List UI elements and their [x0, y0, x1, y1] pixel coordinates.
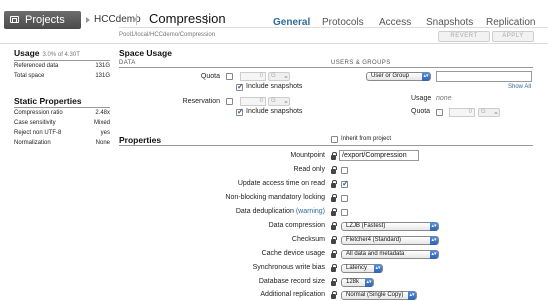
read-only-lock-icon[interactable] — [331, 166, 337, 174]
breadcrumb-pool[interactable]: HCCdemo — [94, 14, 141, 25]
checksum-label: Checksum — [291, 236, 325, 243]
nbmand-label: Non-blocking mandatory locking — [225, 194, 325, 201]
update-atime-checkbox[interactable] — [341, 179, 349, 188]
ug-quota-checkbox[interactable] — [436, 109, 443, 116]
breadcrumb-divider — [136, 14, 137, 25]
share-path: Pool1/local/HCCdemo/Compression — [119, 32, 216, 38]
update-atime-label: Update access time on read — [237, 180, 325, 187]
reservation-unit-select[interactable]: G — [268, 97, 290, 106]
revert-button[interactable]: REVERT — [438, 31, 490, 42]
cache-label: Cache device usage — [261, 250, 325, 257]
usage-divider — [14, 60, 110, 61]
replication-select[interactable]: Normal (Single Copy) ▴▾ — [341, 291, 417, 300]
quota-unit-select[interactable]: G — [268, 72, 290, 81]
sync-bias-lock-icon[interactable] — [331, 264, 337, 272]
usage-row-total: Total space 131G — [14, 73, 110, 79]
ug-quota-unit-select[interactable]: G — [478, 108, 500, 117]
checksum-select[interactable]: Fletcher4 (Standard) ▴▾ — [341, 236, 439, 245]
ug-quota-value-field[interactable]: 0 — [449, 108, 475, 117]
static-row-compression: Compression ratio 2.48x — [14, 110, 110, 116]
reservation-value-field[interactable]: 0 — [240, 97, 266, 106]
static-row-normalization: Normalization None — [14, 140, 110, 146]
space-usage-title: Space Usage — [119, 48, 172, 58]
ug-usage-label: Usage — [411, 95, 432, 102]
recordsize-label: Database record size — [258, 278, 325, 285]
show-all-link[interactable]: Show All — [508, 84, 531, 90]
recordsize-lock-icon[interactable] — [331, 278, 337, 286]
compression-select[interactable]: LZJB (Fastest) ▴▾ — [341, 222, 439, 231]
sync-bias-select[interactable]: Latency ▴▾ — [341, 264, 383, 273]
nbmand-checkbox[interactable] — [341, 195, 348, 202]
data-caption: DATA — [119, 60, 136, 66]
reservation-checkbox[interactable] — [226, 98, 233, 105]
select-arrows-icon: ▴▾ — [430, 250, 438, 259]
mountpoint-input[interactable]: /export/Compression — [339, 150, 419, 161]
quota-include-snapshots-checkbox[interactable] — [236, 82, 244, 91]
mountpoint-label: Mountpoint — [290, 152, 325, 159]
ug-usage-value: none — [436, 95, 452, 102]
reservation-label: Reservation — [182, 98, 220, 105]
header-bar: Projects HCCdemo Compression Pool1/local… — [0, 0, 548, 44]
mountpoint-lock-icon[interactable] — [331, 152, 337, 160]
breadcrumb-arrow-icon — [86, 17, 90, 23]
apply-button[interactable]: APPLY — [492, 31, 534, 42]
usage-row-referenced: Referenced data 131G — [14, 63, 110, 69]
static-properties-divider — [14, 107, 110, 108]
users-groups-caption: USERS & GROUPS — [331, 60, 391, 66]
usage-title: Usage 3.0% of 4.30T — [14, 48, 80, 58]
space-usage-divider — [119, 67, 533, 68]
projects-button[interactable]: Projects — [4, 11, 81, 29]
select-arrows-icon: ▴▾ — [408, 291, 416, 300]
dedup-label: Data deduplication (warning) — [235, 208, 325, 215]
select-arrows-icon: ▴▾ — [365, 278, 373, 287]
compression-label: Data compression — [268, 222, 325, 229]
inherit-checkbox[interactable] — [331, 136, 338, 143]
inherit-label: Inherit from project — [341, 136, 392, 142]
checksum-lock-icon[interactable] — [331, 236, 337, 244]
quota-checkbox[interactable] — [226, 73, 233, 80]
ug-quota-label: Quota — [411, 108, 431, 115]
usage-summary: 3.0% of 4.30T — [42, 52, 80, 58]
quota-value-field[interactable]: 0 — [240, 72, 266, 81]
dedup-checkbox[interactable] — [341, 209, 348, 216]
reservation-include-snapshots-checkbox[interactable] — [236, 107, 244, 116]
user-or-group-select[interactable]: User or Group ▴▾ — [366, 72, 431, 81]
dedup-lock-icon[interactable] — [331, 208, 337, 216]
select-arrows-icon: ▴▾ — [374, 264, 382, 273]
projects-icon — [10, 16, 19, 23]
read-only-label: Read only — [293, 166, 325, 173]
properties-divider — [119, 145, 533, 146]
select-arrows-icon: ▴▾ — [430, 222, 438, 231]
quota-include-snapshots-label: Include snapshots — [246, 83, 303, 90]
select-arrows-icon: ▴▾ — [422, 72, 430, 81]
share-title: Compression — [149, 11, 226, 26]
reservation-include-snapshots-label: Include snapshots — [246, 108, 303, 115]
static-properties-title: Static Properties — [14, 96, 82, 106]
update-atime-lock-icon[interactable] — [331, 180, 337, 188]
replication-label: Additional replication — [260, 291, 325, 298]
text-cursor-icon — [206, 15, 207, 24]
cache-select[interactable]: All data and metadata ▴▾ — [341, 250, 439, 259]
read-only-checkbox[interactable] — [341, 167, 348, 174]
properties-title: Properties — [119, 135, 162, 145]
sync-bias-label: Synchronous write bias — [252, 264, 325, 271]
static-row-case: Case sensitivity Mixed — [14, 120, 110, 126]
recordsize-select[interactable]: 128k ▴▾ — [341, 278, 374, 287]
replication-lock-icon[interactable] — [331, 291, 337, 299]
user-name-input[interactable] — [436, 71, 532, 82]
static-row-utf8: Reject non UTF-8 yes — [14, 130, 110, 136]
select-arrows-icon: ▴▾ — [430, 236, 438, 245]
tab-divider — [119, 27, 548, 28]
dedup-warning-link[interactable]: (warning) — [296, 208, 325, 215]
nbmand-lock-icon[interactable] — [331, 194, 337, 202]
cache-lock-icon[interactable] — [331, 250, 337, 258]
compression-lock-icon[interactable] — [331, 222, 337, 230]
projects-label: Projects — [25, 14, 65, 26]
quota-label: Quota — [200, 73, 220, 80]
